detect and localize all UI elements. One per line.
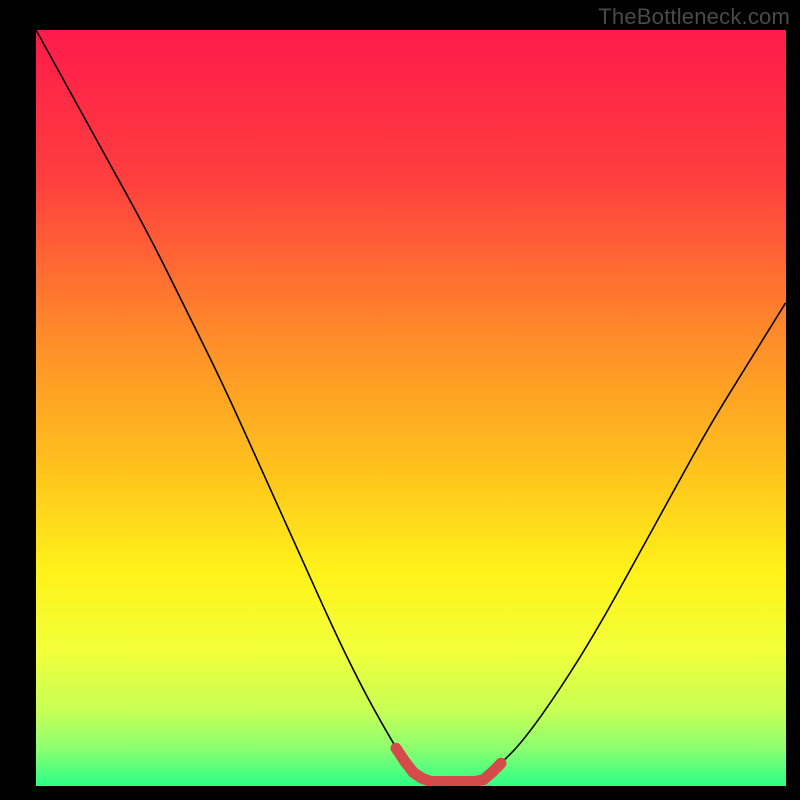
watermark-text: TheBottleneck.com bbox=[598, 4, 790, 30]
gradient-background bbox=[36, 30, 786, 786]
bottleneck-chart bbox=[0, 0, 800, 800]
chart-stage: TheBottleneck.com bbox=[0, 0, 800, 800]
